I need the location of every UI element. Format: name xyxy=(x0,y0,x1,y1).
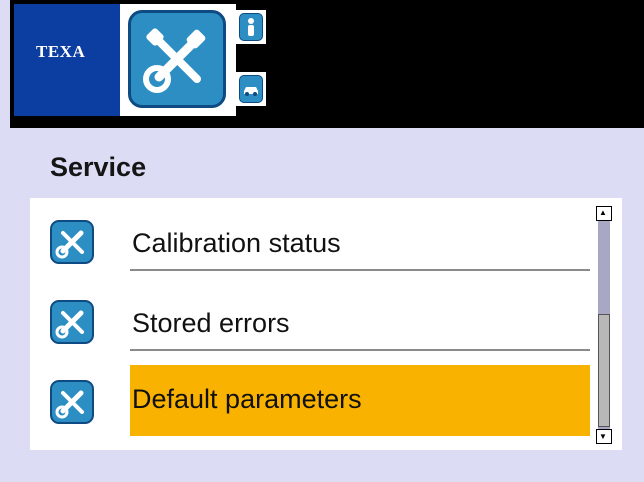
vehicle-button[interactable] xyxy=(236,72,266,106)
menu-item-label: Calibration status xyxy=(132,228,341,258)
wrench-screwdriver-icon xyxy=(50,300,94,344)
menu-item-label: Default parameters xyxy=(132,384,362,414)
menu-item-stored-errors[interactable]: Stored errors xyxy=(30,278,590,354)
service-mode-tab[interactable] xyxy=(120,4,236,116)
service-mode-button[interactable] xyxy=(128,10,226,108)
car-icon xyxy=(244,87,258,96)
menu-item-calibration-status[interactable]: Calibration status xyxy=(30,198,590,274)
scrollbar[interactable]: ▲ ▼ xyxy=(596,206,612,444)
menu-list: Calibration status Stored errors Default… xyxy=(30,198,622,450)
header-stripe xyxy=(0,0,10,128)
arrow-down-icon: ▼ xyxy=(599,432,607,441)
menu-item-label: Stored errors xyxy=(132,308,290,338)
brand-name: TEXA xyxy=(36,42,86,61)
person-icon xyxy=(248,18,254,36)
wrench-screwdriver-icon xyxy=(50,380,94,424)
divider xyxy=(130,269,590,271)
scroll-up-button[interactable]: ▲ xyxy=(596,206,612,221)
menu-item-default-parameters[interactable]: Default parameters xyxy=(30,358,590,436)
wrench-screwdriver-icon xyxy=(143,28,206,93)
arrow-up-icon: ▲ xyxy=(599,208,607,217)
page-title: Service xyxy=(50,152,147,182)
brand-logo: TEXA xyxy=(14,4,120,116)
divider xyxy=(130,349,590,351)
scroll-down-button[interactable]: ▼ xyxy=(596,429,612,444)
wrench-screwdriver-icon xyxy=(50,220,94,264)
scroll-thumb[interactable] xyxy=(598,314,610,427)
operator-button[interactable] xyxy=(236,10,266,44)
